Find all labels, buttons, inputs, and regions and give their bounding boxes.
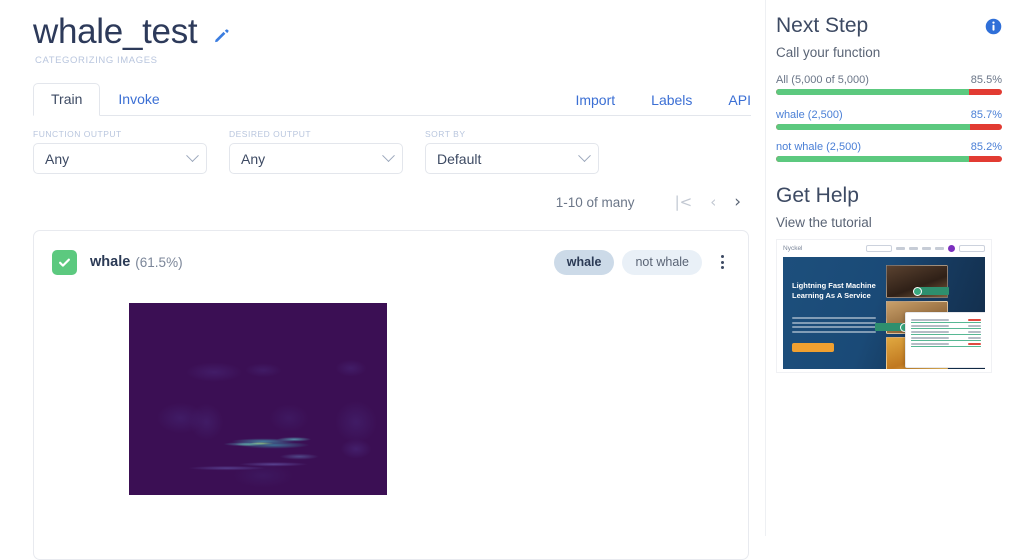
select-function-output[interactable]: Any bbox=[33, 143, 207, 174]
pencil-icon[interactable] bbox=[213, 27, 230, 44]
select-function-output-value: Any bbox=[45, 150, 70, 167]
pill-not-whale[interactable]: not whale bbox=[622, 249, 702, 275]
result-card: whale (61.5%) whale not whale bbox=[33, 230, 749, 560]
get-help-title: Get Help bbox=[776, 184, 859, 207]
first-page-icon[interactable]: |< bbox=[675, 194, 693, 210]
metric-not-whale: not whale (2,500) 85.2% bbox=[776, 141, 1002, 162]
result-card-header: whale (61.5%) whale not whale bbox=[34, 231, 748, 277]
filter-sort-by: SORT BY Default bbox=[425, 129, 599, 174]
tutorial-label-dot-icon bbox=[913, 287, 922, 296]
next-step-title: Next Step bbox=[776, 14, 869, 37]
chevron-down-icon bbox=[186, 149, 199, 163]
filter-label-sort-by: SORT BY bbox=[425, 129, 466, 139]
metric-not-whale-bar bbox=[776, 156, 1002, 162]
select-desired-output[interactable]: Any bbox=[229, 143, 403, 174]
metric-all-bar bbox=[776, 89, 1002, 95]
metric-not-whale-bar-fill bbox=[776, 156, 969, 162]
tab-invoke[interactable]: Invoke bbox=[100, 83, 177, 116]
tutorial-signup-button bbox=[959, 245, 985, 252]
page-title: whale_test bbox=[33, 12, 198, 51]
check-icon bbox=[52, 249, 77, 275]
pagination: 1-10 of many |< ‹ › bbox=[0, 191, 741, 213]
filter-label-function-output: FUNCTION OUTPUT bbox=[33, 129, 122, 139]
view-tutorial-label: View the tutorial bbox=[776, 215, 872, 230]
filter-label-desired-output: DESIRED OUTPUT bbox=[229, 129, 312, 139]
pill-whale[interactable]: whale bbox=[553, 249, 615, 275]
link-api[interactable]: API bbox=[728, 92, 751, 108]
select-sort-by[interactable]: Default bbox=[425, 143, 599, 174]
link-labels[interactable]: Labels bbox=[651, 92, 692, 108]
tutorial-nav-word bbox=[896, 247, 905, 250]
next-step-header: Next Step bbox=[776, 14, 1002, 38]
metric-all: All (5,000 of 5,000) 85.5% bbox=[776, 74, 1002, 95]
tutorial-thumbnail[interactable]: Nyckel Lightning Fast Machine Learning A… bbox=[776, 239, 992, 373]
metric-whale: whale (2,500) 85.7% bbox=[776, 109, 1002, 130]
tutorial-hero: Lightning Fast Machine Learning As A Ser… bbox=[783, 257, 985, 369]
next-page-icon[interactable]: › bbox=[734, 194, 741, 211]
link-import[interactable]: Import bbox=[575, 92, 615, 108]
select-sort-by-value: Default bbox=[437, 150, 482, 167]
chevron-down-icon bbox=[382, 149, 395, 163]
metric-whale-bar-fill bbox=[776, 124, 970, 130]
tutorial-nav-word bbox=[909, 247, 918, 250]
metric-whale-value: 85.7% bbox=[970, 109, 1002, 121]
tutorial-hero-cta-button bbox=[792, 343, 834, 352]
filter-desired-output: DESIRED OUTPUT Any bbox=[229, 129, 403, 174]
tutorial-nav-button bbox=[866, 245, 892, 252]
select-desired-output-value: Any bbox=[241, 150, 266, 167]
tutorial-nav-dot-icon bbox=[948, 245, 955, 252]
metric-not-whale-row[interactable]: not whale (2,500) 85.2% bbox=[776, 141, 1002, 153]
kebab-menu-icon[interactable] bbox=[715, 253, 729, 271]
metric-all-row: All (5,000 of 5,000) 85.5% bbox=[776, 74, 1002, 86]
spectrogram-whale-call bbox=[129, 303, 387, 495]
result-card-actions: whale not whale bbox=[553, 249, 732, 275]
pagination-range: 1-10 of many bbox=[555, 194, 635, 210]
info-icon[interactable] bbox=[985, 18, 1002, 35]
tutorial-label-tag bbox=[875, 323, 903, 331]
tutorial-panel-row bbox=[911, 341, 981, 347]
metric-whale-bar bbox=[776, 124, 1002, 130]
metric-all-bar-fill bbox=[776, 89, 970, 95]
metric-all-label: All (5,000 of 5,000) bbox=[776, 74, 869, 86]
filter-bar: FUNCTION OUTPUT Any DESIRED OUTPUT Any S… bbox=[33, 129, 765, 174]
result-label: whale bbox=[90, 254, 131, 270]
result-score: (61.5%) bbox=[135, 254, 183, 270]
tutorial-hero-paragraph bbox=[792, 317, 876, 335]
metric-not-whale-label[interactable]: not whale (2,500) bbox=[776, 141, 861, 153]
metric-whale-row[interactable]: whale (2,500) 85.7% bbox=[776, 109, 1002, 121]
prev-page-icon[interactable]: ‹ bbox=[710, 194, 716, 210]
sidebar: Next Step Call your function All (5,000 … bbox=[765, 0, 1024, 536]
tutorial-thumb-navbar: Nyckel bbox=[777, 240, 991, 257]
next-step-subtitle: Call your function bbox=[776, 45, 881, 60]
tab-bar: Train Invoke Import Labels API bbox=[33, 83, 751, 116]
tutorial-nav-word bbox=[935, 247, 944, 250]
spectrogram-plot-area: 1000 800 600 400 bbox=[129, 303, 387, 495]
tab-train[interactable]: Train bbox=[33, 83, 101, 116]
metric-not-whale-value: 85.2% bbox=[970, 141, 1002, 153]
chevron-down-icon bbox=[578, 149, 591, 163]
tutorial-nav-word bbox=[922, 247, 931, 250]
tutorial-results-panel bbox=[905, 312, 985, 368]
spectrogram-chart: 1000 800 600 400 bbox=[76, 291, 396, 503]
main-column: whale_test CATEGORIZING IMAGES Train Inv… bbox=[0, 0, 765, 560]
filter-function-output: FUNCTION OUTPUT Any bbox=[33, 129, 207, 174]
app-root: whale_test CATEGORIZING IMAGES Train Inv… bbox=[0, 0, 1024, 560]
page-subtitle: CATEGORIZING IMAGES bbox=[35, 55, 158, 66]
nyckel-logo: Nyckel bbox=[783, 245, 803, 252]
metric-all-value: 85.5% bbox=[970, 74, 1002, 86]
title-row: whale_test bbox=[0, 0, 765, 54]
tutorial-label-tag bbox=[919, 287, 949, 295]
metric-whale-label[interactable]: whale (2,500) bbox=[776, 109, 843, 121]
tutorial-thumb-nav-items bbox=[866, 245, 985, 252]
tutorial-hero-heading: Lightning Fast Machine Learning As A Ser… bbox=[792, 281, 876, 300]
tab-bar-links: Import Labels API bbox=[539, 92, 751, 115]
